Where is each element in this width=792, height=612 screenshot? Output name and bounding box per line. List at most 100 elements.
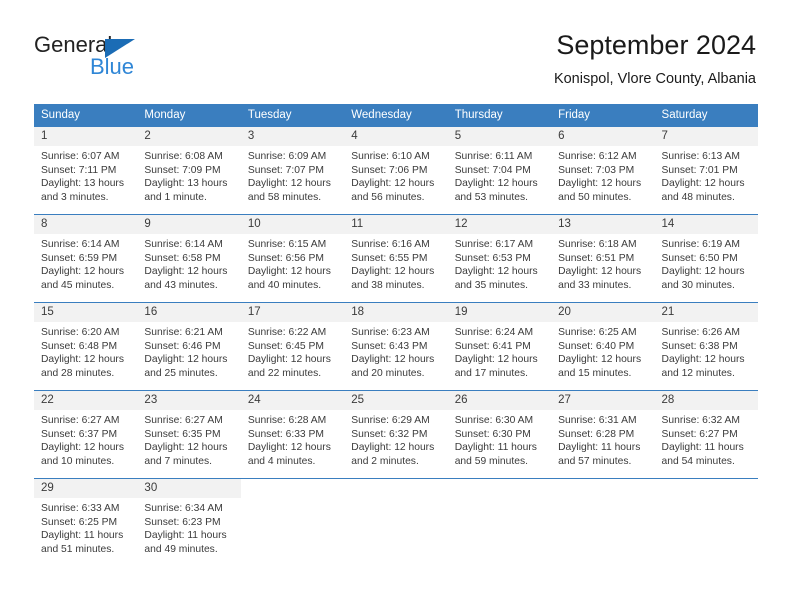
- daylight-text-line2: and 20 minutes.: [351, 367, 425, 379]
- sunset-text: Sunset: 7:01 PM: [661, 164, 738, 176]
- sunset-text: Sunset: 6:38 PM: [661, 340, 738, 352]
- day-cell[interactable]: 25 Sunrise: 6:29 AM Sunset: 6:32 PM Dayligh…: [344, 391, 448, 478]
- day-number: 29: [34, 479, 138, 498]
- day-cell[interactable]: 11 Sunrise: 6:16 AM Sunset: 6:55 PM Dayligh…: [344, 215, 448, 302]
- day-info: Sunrise: 6:22 AM Sunset: 6:45 PM Daylight:…: [241, 322, 344, 380]
- weekday-monday: Monday: [144, 109, 186, 121]
- day-cell[interactable]: 16 Sunrise: 6:21 AM Sunset: 6:46 PM Dayligh…: [137, 303, 241, 390]
- day-info: Sunrise: 6:14 AM Sunset: 6:59 PM Daylight:…: [34, 234, 137, 292]
- day-cell[interactable]: 19 Sunrise: 6:24 AM Sunset: 6:41 PM Dayligh…: [447, 303, 552, 390]
- daylight-text-line2: and 28 minutes.: [41, 367, 115, 379]
- day-cell[interactable]: 26 Sunrise: 6:30 AM Sunset: 6:30 PM Dayligh…: [447, 391, 552, 478]
- daylight-text-line2: and 7 minutes.: [144, 455, 212, 467]
- daylight-text-line2: and 49 minutes.: [144, 543, 218, 555]
- sunrise-text: Sunrise: 6:34 AM: [144, 503, 223, 514]
- sunset-text: Sunset: 6:23 PM: [144, 516, 221, 528]
- daylight-text-line1: Daylight: 12 hours: [247, 442, 331, 453]
- sunrise-text: Sunrise: 6:22 AM: [247, 327, 327, 338]
- weekday-friday: Friday: [558, 109, 591, 121]
- daylight-text-line1: Daylight: 12 hours: [351, 178, 435, 189]
- logo-text-blue: Blue: [90, 54, 135, 79]
- day-cell[interactable]: 13 Sunrise: 6:18 AM Sunset: 6:51 PM Dayligh…: [551, 215, 655, 302]
- daylight-text-line1: Daylight: 11 hours: [41, 530, 124, 541]
- day-number: 1: [34, 127, 138, 146]
- weekday-header-row: Sunday Monday Tuesday Wednesday Thursday…: [34, 104, 758, 126]
- daylight-text-line2: and 1 minute.: [144, 191, 207, 203]
- day-number: 18: [344, 303, 448, 322]
- day-cell-empty: [448, 479, 551, 566]
- week-row: 29 Sunrise: 6:33 AM Sunset: 6:25 PM Dayligh…: [34, 478, 758, 566]
- day-cell[interactable]: 14 Sunrise: 6:19 AM Sunset: 6:50 PM Dayligh…: [654, 215, 758, 302]
- daylight-text-line1: Daylight: 12 hours: [661, 354, 745, 365]
- day-cell[interactable]: 15 Sunrise: 6:20 AM Sunset: 6:48 PM Dayligh…: [34, 303, 138, 390]
- daylight-text-line2: and 33 minutes.: [558, 279, 632, 291]
- day-cell[interactable]: 2 Sunrise: 6:08 AM Sunset: 7:09 PM Daylight…: [137, 127, 241, 214]
- sunrise-text: Sunrise: 6:07 AM: [41, 151, 120, 162]
- calendar-page: General Blue September 2024 Konispol, Vl…: [0, 0, 792, 612]
- daylight-text-line1: Daylight: 12 hours: [351, 266, 435, 277]
- day-cell-empty: [551, 479, 654, 566]
- day-number: 19: [447, 303, 552, 322]
- sunrise-text: Sunrise: 6:32 AM: [661, 415, 740, 426]
- day-cell[interactable]: 8 Sunrise: 6:14 AM Sunset: 6:59 PM Daylight…: [34, 215, 138, 302]
- day-cell[interactable]: 7 Sunrise: 6:13 AM Sunset: 7:01 PM Daylight…: [654, 127, 758, 214]
- daylight-text-line2: and 51 minutes.: [41, 543, 115, 555]
- page-header: General Blue September 2024 Konispol, Vl…: [0, 0, 792, 104]
- day-cell[interactable]: 29 Sunrise: 6:33 AM Sunset: 6:25 PM Dayligh…: [34, 479, 138, 566]
- sunset-text: Sunset: 6:50 PM: [661, 252, 738, 264]
- day-info: Sunrise: 6:32 AM Sunset: 6:27 PM Daylight:…: [655, 410, 758, 468]
- day-cell[interactable]: 4 Sunrise: 6:10 AM Sunset: 7:06 PM Daylight…: [344, 127, 448, 214]
- day-cell[interactable]: 24 Sunrise: 6:28 AM Sunset: 6:33 PM Dayligh…: [240, 391, 345, 478]
- sunrise-text: Sunrise: 6:09 AM: [247, 151, 327, 162]
- day-number: 25: [344, 391, 448, 410]
- day-cell[interactable]: 20 Sunrise: 6:25 AM Sunset: 6:40 PM Dayligh…: [551, 303, 655, 390]
- daylight-text-line1: Daylight: 12 hours: [558, 266, 642, 277]
- daylight-text-line2: and 22 minutes.: [247, 367, 322, 379]
- day-info: Sunrise: 6:24 AM Sunset: 6:41 PM Daylight:…: [448, 322, 551, 380]
- day-cell[interactable]: 23 Sunrise: 6:27 AM Sunset: 6:35 PM Dayligh…: [137, 391, 241, 478]
- day-cell[interactable]: 9 Sunrise: 6:14 AM Sunset: 6:58 PM Daylight…: [137, 215, 241, 302]
- daylight-text-line1: Daylight: 13 hours: [41, 178, 124, 189]
- day-number: 14: [654, 215, 758, 234]
- day-cell[interactable]: 21 Sunrise: 6:26 AM Sunset: 6:38 PM Dayligh…: [654, 303, 758, 390]
- day-cell[interactable]: 6 Sunrise: 6:12 AM Sunset: 7:03 PM Daylight…: [551, 127, 655, 214]
- day-number: 13: [551, 215, 655, 234]
- calendar-grid: Sunday Monday Tuesday Wednesday Thursday…: [34, 104, 758, 566]
- daylight-text-line1: Daylight: 12 hours: [454, 354, 538, 365]
- sunrise-text: Sunrise: 6:20 AM: [41, 327, 120, 338]
- sunset-text: Sunset: 7:03 PM: [558, 164, 635, 176]
- sunrise-text: Sunrise: 6:24 AM: [454, 327, 534, 338]
- day-info: Sunrise: 6:07 AM Sunset: 7:11 PM Daylight:…: [34, 146, 137, 204]
- day-number: 4: [344, 127, 448, 146]
- week-row: 15 Sunrise: 6:20 AM Sunset: 6:48 PM Dayligh…: [34, 302, 758, 390]
- daylight-text-line1: Daylight: 11 hours: [144, 530, 227, 541]
- daylight-text-line1: Daylight: 12 hours: [661, 178, 745, 189]
- general-blue-logo[interactable]: General Blue: [34, 33, 254, 83]
- daylight-text-line2: and 57 minutes.: [558, 455, 632, 467]
- daylight-text-line2: and 53 minutes.: [454, 191, 528, 203]
- day-cell[interactable]: 3 Sunrise: 6:09 AM Sunset: 7:07 PM Daylight…: [240, 127, 345, 214]
- week-row: 1 Sunrise: 6:07 AM Sunset: 7:11 PM Daylight…: [34, 126, 758, 214]
- day-cell[interactable]: 12 Sunrise: 6:17 AM Sunset: 6:53 PM Dayligh…: [447, 215, 552, 302]
- day-info: Sunrise: 6:26 AM Sunset: 6:38 PM Daylight:…: [655, 322, 758, 380]
- sunset-text: Sunset: 6:37 PM: [41, 428, 118, 440]
- day-cell[interactable]: 27 Sunrise: 6:31 AM Sunset: 6:28 PM Dayligh…: [551, 391, 655, 478]
- day-info: Sunrise: 6:10 AM Sunset: 7:06 PM Daylight:…: [344, 146, 447, 204]
- daylight-text-line2: and 59 minutes.: [454, 455, 528, 467]
- day-cell[interactable]: 30 Sunrise: 6:34 AM Sunset: 6:23 PM Dayligh…: [137, 479, 241, 566]
- day-number: 7: [654, 127, 758, 146]
- day-cell[interactable]: 17 Sunrise: 6:22 AM Sunset: 6:45 PM Dayligh…: [240, 303, 345, 390]
- day-number: 15: [34, 303, 138, 322]
- day-number: 27: [551, 391, 655, 410]
- sunset-text: Sunset: 6:32 PM: [351, 428, 428, 440]
- sunset-text: Sunset: 7:04 PM: [454, 164, 531, 176]
- sunrise-text: Sunrise: 6:11 AM: [454, 151, 533, 162]
- day-cell[interactable]: 1 Sunrise: 6:07 AM Sunset: 7:11 PM Daylight…: [34, 127, 138, 214]
- sunset-text: Sunset: 6:48 PM: [41, 340, 118, 352]
- day-cell[interactable]: 28 Sunrise: 6:32 AM Sunset: 6:27 PM Dayligh…: [654, 391, 758, 478]
- day-cell[interactable]: 18 Sunrise: 6:23 AM Sunset: 6:43 PM Dayligh…: [344, 303, 448, 390]
- day-cell[interactable]: 22 Sunrise: 6:27 AM Sunset: 6:37 PM Dayligh…: [34, 391, 138, 478]
- day-cell[interactable]: 5 Sunrise: 6:11 AM Sunset: 7:04 PM Daylight…: [447, 127, 552, 214]
- sunset-text: Sunset: 6:58 PM: [144, 252, 221, 264]
- day-cell[interactable]: 10 Sunrise: 6:15 AM Sunset: 6:56 PM Dayligh…: [240, 215, 345, 302]
